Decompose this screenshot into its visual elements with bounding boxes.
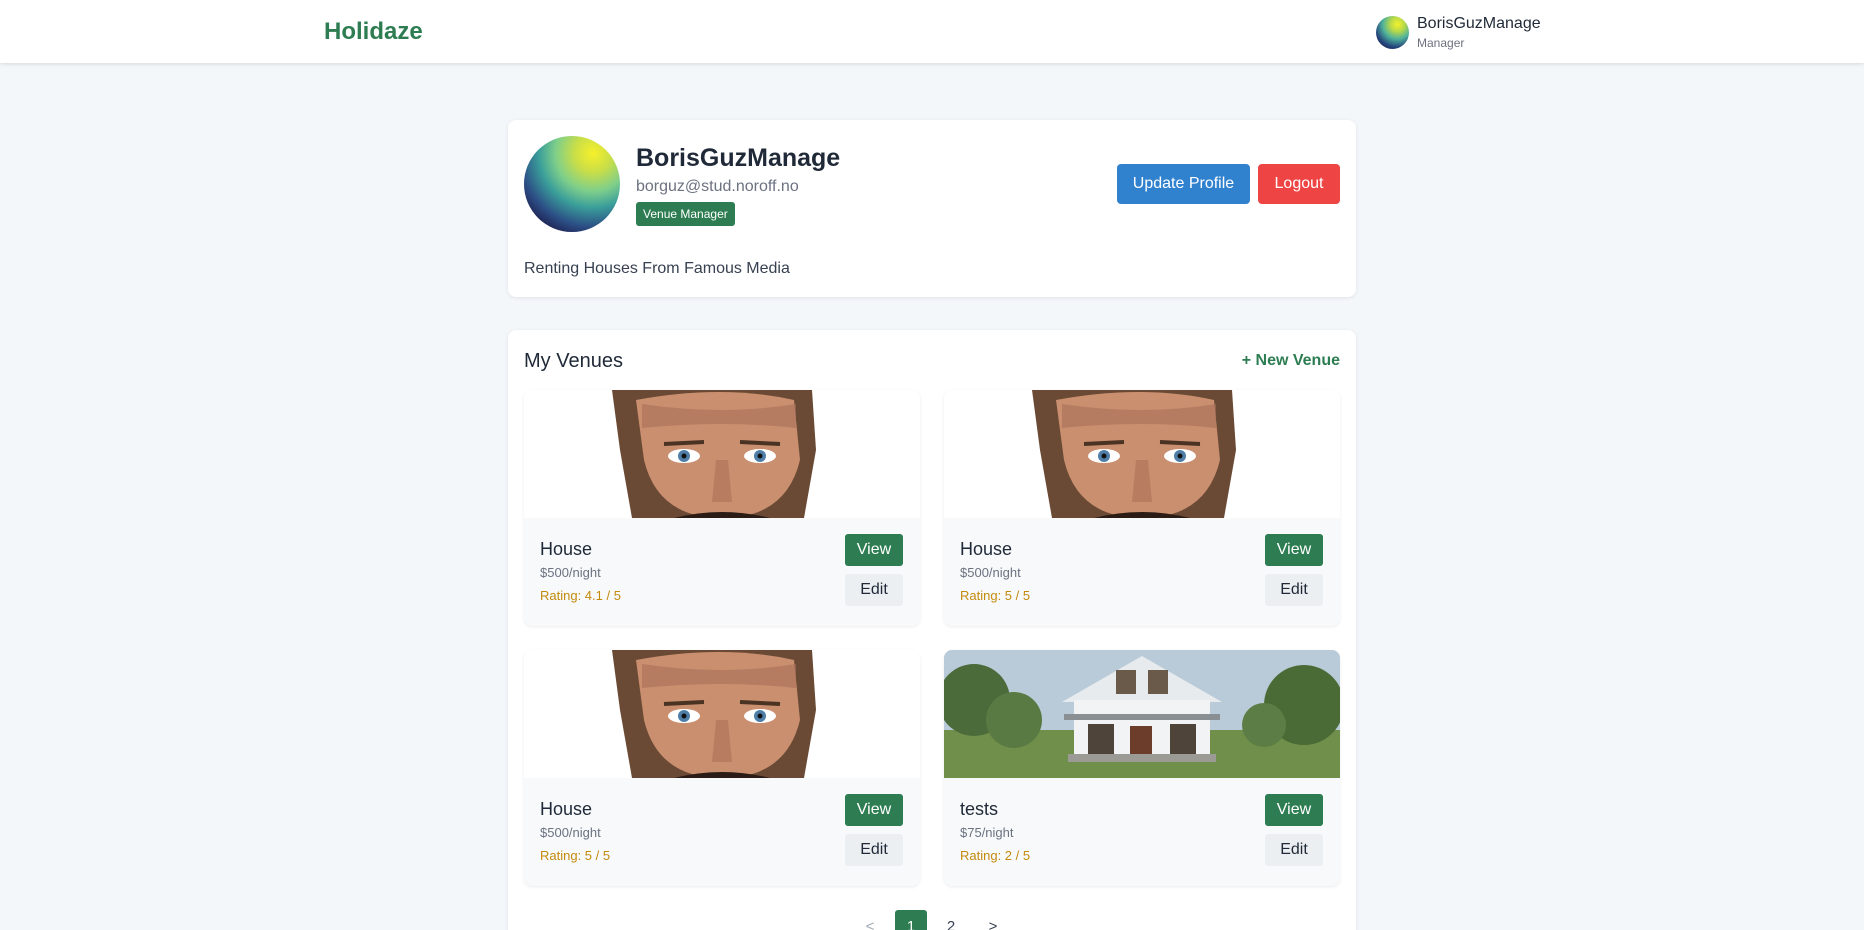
prev-page-button[interactable]: < <box>854 910 886 930</box>
view-venue-button[interactable]: View <box>1265 534 1323 566</box>
venue-name: tests <box>960 799 999 819</box>
venue-card: House $500/night Rating: 4.1 / 5 View Ed… <box>524 390 920 626</box>
section-title: My Venues <box>524 350 623 372</box>
venue-price: $75/night <box>960 825 1014 840</box>
pagination: < 1 2 > <box>508 910 1356 930</box>
venue-price: $500/night <box>960 565 1021 580</box>
venue-image <box>524 390 920 518</box>
venue-rating: Rating: 5 / 5 <box>960 588 1031 603</box>
edit-venue-button[interactable]: Edit <box>1265 834 1323 866</box>
view-venue-button[interactable]: View <box>1265 794 1323 826</box>
venue-rating: Rating: 4.1 / 5 <box>540 588 621 603</box>
venue-price: $500/night <box>540 825 601 840</box>
venue-name: House <box>540 799 593 819</box>
logout-button[interactable]: Logout <box>1258 164 1340 204</box>
venue-rating: Rating: 2 / 5 <box>960 848 1031 863</box>
venue-image <box>944 650 1340 778</box>
profile-bio: Renting Houses From Famous Media <box>524 260 790 277</box>
venue-card: House $500/night Rating: 5 / 5 View Edit <box>524 650 920 886</box>
brand-logo[interactable]: Holidaze <box>324 18 423 46</box>
view-venue-button[interactable]: View <box>845 794 903 826</box>
page-1-button[interactable]: 1 <box>895 910 927 930</box>
profile-email: borguz@stud.noroff.no <box>636 178 799 195</box>
venue-rating: Rating: 5 / 5 <box>540 848 611 863</box>
top-navbar: Holidaze BorisGuzManage Manager <box>0 0 1864 63</box>
user-avatar[interactable] <box>1376 16 1409 49</box>
profile-name: BorisGuzManage <box>636 144 841 172</box>
update-profile-button[interactable]: Update Profile <box>1117 164 1250 204</box>
venue-image <box>944 390 1340 518</box>
my-venues-section: My Venues + New Venue House $500/night R… <box>508 330 1356 930</box>
profile-card: BorisGuzManage borguz@stud.noroff.no Ven… <box>508 120 1356 297</box>
edit-venue-button[interactable]: Edit <box>845 834 903 866</box>
new-venue-link[interactable]: + New Venue <box>1242 352 1340 370</box>
venue-name: House <box>540 539 593 559</box>
edit-venue-button[interactable]: Edit <box>1265 574 1323 606</box>
next-page-button[interactable]: > <box>977 910 1009 930</box>
venue-name: House <box>960 539 1013 559</box>
venue-image <box>524 650 920 778</box>
user-role: Manager <box>1417 36 1465 50</box>
edit-venue-button[interactable]: Edit <box>845 574 903 606</box>
user-name: BorisGuzManage <box>1417 15 1541 32</box>
venue-card: tests $75/night Rating: 2 / 5 View Edit <box>944 650 1340 886</box>
venue-price: $500/night <box>540 565 601 580</box>
page-2-button[interactable]: 2 <box>935 910 967 930</box>
venue-card: House $500/night Rating: 5 / 5 View Edit <box>944 390 1340 626</box>
profile-avatar <box>524 136 620 232</box>
view-venue-button[interactable]: View <box>845 534 903 566</box>
role-badge: Venue Manager <box>636 202 735 226</box>
